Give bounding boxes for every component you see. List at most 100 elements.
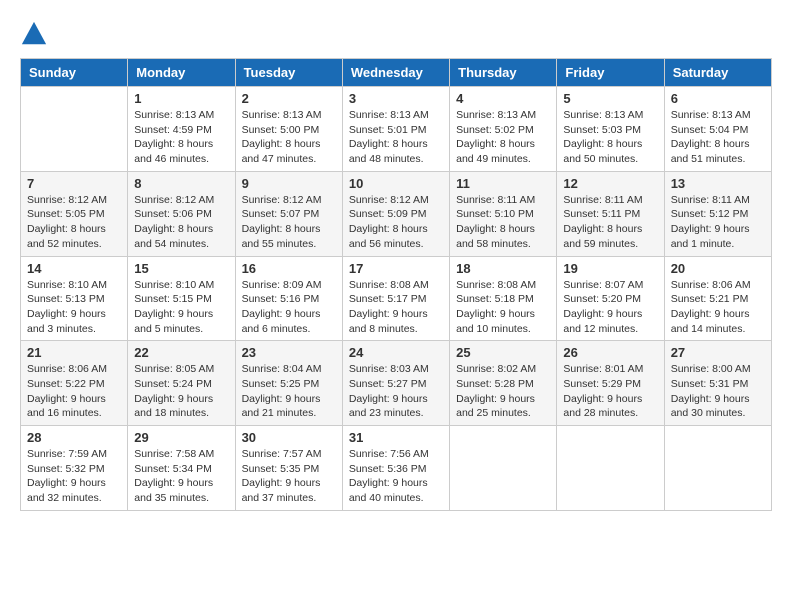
day-info: Sunrise: 8:02 AMSunset: 5:28 PMDaylight:… [456,362,550,421]
day-info: Sunrise: 8:12 AMSunset: 5:07 PMDaylight:… [242,193,336,252]
day-info: Sunrise: 8:08 AMSunset: 5:17 PMDaylight:… [349,278,443,337]
day-number: 27 [671,345,765,360]
calendar-cell: 20 Sunrise: 8:06 AMSunset: 5:21 PMDayligh… [664,256,771,341]
day-number: 5 [563,91,657,106]
day-number: 3 [349,91,443,106]
day-number: 6 [671,91,765,106]
day-info: Sunrise: 8:07 AMSunset: 5:20 PMDaylight:… [563,278,657,337]
calendar-week-row: 21Sunrise: 8:06 AMSunset: 5:22 PMDayligh… [21,341,772,426]
calendar-cell: 15Sunrise: 8:10 AMSunset: 5:15 PMDayligh… [128,256,235,341]
day-header-sunday: Sunday [21,59,128,87]
day-number: 19 [563,261,657,276]
calendar-cell: 25 Sunrise: 8:02 AMSunset: 5:28 PMDayligh… [450,341,557,426]
calendar-cell: 23 Sunrise: 8:04 AMSunset: 5:25 PMDayligh… [235,341,342,426]
calendar-cell: 26 Sunrise: 8:01 AMSunset: 5:29 PMDayligh… [557,341,664,426]
day-number: 12 [563,176,657,191]
calendar-cell: 11 Sunrise: 8:11 AMSunset: 5:10 PMDayligh… [450,171,557,256]
day-info: Sunrise: 7:56 AMSunset: 5:36 PMDaylight:… [349,447,443,506]
day-number: 7 [27,176,121,191]
day-info: Sunrise: 8:13 AMSunset: 5:01 PMDaylight:… [349,108,443,167]
calendar-cell: 24 Sunrise: 8:03 AMSunset: 5:27 PMDayligh… [342,341,449,426]
calendar-cell: 16 Sunrise: 8:09 AMSunset: 5:16 PMDayligh… [235,256,342,341]
day-number: 13 [671,176,765,191]
day-number: 25 [456,345,550,360]
day-header-monday: Monday [128,59,235,87]
calendar-cell: 6Sunrise: 8:13 AMSunset: 5:04 PMDaylight… [664,87,771,172]
calendar-cell [664,426,771,511]
calendar-cell [450,426,557,511]
calendar-cell: 9Sunrise: 8:12 AMSunset: 5:07 PMDaylight… [235,171,342,256]
day-info: Sunrise: 7:58 AMSunset: 5:34 PMDaylight:… [134,447,228,506]
day-number: 23 [242,345,336,360]
calendar-cell: 10 Sunrise: 8:12 AMSunset: 5:09 PMDayligh… [342,171,449,256]
day-number: 26 [563,345,657,360]
day-number: 8 [134,176,228,191]
logo-icon [20,20,48,48]
calendar-cell: 19 Sunrise: 8:07 AMSunset: 5:20 PMDayligh… [557,256,664,341]
calendar-week-row: 7 Sunrise: 8:12 AMSunset: 5:05 PMDaylight… [21,171,772,256]
calendar-cell: 13Sunrise: 8:11 AMSunset: 5:12 PMDayligh… [664,171,771,256]
page-header [20,20,772,48]
day-info: Sunrise: 8:06 AMSunset: 5:21 PMDaylight:… [671,278,765,337]
calendar-cell: 14 Sunrise: 8:10 AMSunset: 5:13 PMDayligh… [21,256,128,341]
day-number: 18 [456,261,550,276]
day-info: Sunrise: 7:59 AMSunset: 5:32 PMDaylight:… [27,447,121,506]
calendar-cell: 31 Sunrise: 7:56 AMSunset: 5:36 PMDayligh… [342,426,449,511]
calendar-header-row: SundayMondayTuesdayWednesdayThursdayFrid… [21,59,772,87]
calendar-cell: 27 Sunrise: 8:00 AMSunset: 5:31 PMDayligh… [664,341,771,426]
day-header-thursday: Thursday [450,59,557,87]
calendar-cell: 28 Sunrise: 7:59 AMSunset: 5:32 PMDayligh… [21,426,128,511]
day-number: 14 [27,261,121,276]
day-info: Sunrise: 8:00 AMSunset: 5:31 PMDaylight:… [671,362,765,421]
day-number: 28 [27,430,121,445]
day-number: 16 [242,261,336,276]
day-info: Sunrise: 8:06 AMSunset: 5:22 PMDaylight:… [27,362,121,421]
day-header-wednesday: Wednesday [342,59,449,87]
day-number: 10 [349,176,443,191]
day-info: Sunrise: 7:57 AMSunset: 5:35 PMDaylight:… [242,447,336,506]
day-info: Sunrise: 8:13 AMSunset: 5:03 PMDaylight:… [563,108,657,167]
day-number: 24 [349,345,443,360]
day-info: Sunrise: 8:13 AMSunset: 5:00 PMDaylight:… [242,108,336,167]
calendar-cell: 17 Sunrise: 8:08 AMSunset: 5:17 PMDayligh… [342,256,449,341]
calendar-cell: 29Sunrise: 7:58 AMSunset: 5:34 PMDayligh… [128,426,235,511]
day-info: Sunrise: 8:03 AMSunset: 5:27 PMDaylight:… [349,362,443,421]
calendar-cell [557,426,664,511]
day-number: 17 [349,261,443,276]
day-number: 22 [134,345,228,360]
calendar-table: SundayMondayTuesdayWednesdayThursdayFrid… [20,58,772,511]
day-info: Sunrise: 8:12 AMSunset: 5:05 PMDaylight:… [27,193,121,252]
calendar-week-row: 28 Sunrise: 7:59 AMSunset: 5:32 PMDayligh… [21,426,772,511]
day-info: Sunrise: 8:12 AMSunset: 5:06 PMDaylight:… [134,193,228,252]
day-number: 20 [671,261,765,276]
day-number: 1 [134,91,228,106]
day-number: 31 [349,430,443,445]
calendar-cell: 21Sunrise: 8:06 AMSunset: 5:22 PMDayligh… [21,341,128,426]
day-info: Sunrise: 8:08 AMSunset: 5:18 PMDaylight:… [456,278,550,337]
day-header-saturday: Saturday [664,59,771,87]
day-number: 30 [242,430,336,445]
day-info: Sunrise: 8:01 AMSunset: 5:29 PMDaylight:… [563,362,657,421]
day-number: 4 [456,91,550,106]
calendar-cell: 2Sunrise: 8:13 AMSunset: 5:00 PMDaylight… [235,87,342,172]
day-info: Sunrise: 8:09 AMSunset: 5:16 PMDaylight:… [242,278,336,337]
calendar-cell: 12 Sunrise: 8:11 AMSunset: 5:11 PMDayligh… [557,171,664,256]
calendar-cell: 22 Sunrise: 8:05 AMSunset: 5:24 PMDayligh… [128,341,235,426]
calendar-cell: 5 Sunrise: 8:13 AMSunset: 5:03 PMDaylight… [557,87,664,172]
day-info: Sunrise: 8:13 AMSunset: 5:02 PMDaylight:… [456,108,550,167]
day-info: Sunrise: 8:12 AMSunset: 5:09 PMDaylight:… [349,193,443,252]
calendar-cell: 1Sunrise: 8:13 AMSunset: 4:59 PMDaylight… [128,87,235,172]
day-header-tuesday: Tuesday [235,59,342,87]
day-info: Sunrise: 8:11 AMSunset: 5:10 PMDaylight:… [456,193,550,252]
day-info: Sunrise: 8:11 AMSunset: 5:11 PMDaylight:… [563,193,657,252]
day-info: Sunrise: 8:10 AMSunset: 5:13 PMDaylight:… [27,278,121,337]
calendar-cell: 4 Sunrise: 8:13 AMSunset: 5:02 PMDaylight… [450,87,557,172]
day-header-friday: Friday [557,59,664,87]
calendar-week-row: 1Sunrise: 8:13 AMSunset: 4:59 PMDaylight… [21,87,772,172]
calendar-cell [21,87,128,172]
calendar-cell: 8 Sunrise: 8:12 AMSunset: 5:06 PMDaylight… [128,171,235,256]
day-info: Sunrise: 8:10 AMSunset: 5:15 PMDaylight:… [134,278,228,337]
day-number: 11 [456,176,550,191]
day-info: Sunrise: 8:05 AMSunset: 5:24 PMDaylight:… [134,362,228,421]
day-info: Sunrise: 8:04 AMSunset: 5:25 PMDaylight:… [242,362,336,421]
